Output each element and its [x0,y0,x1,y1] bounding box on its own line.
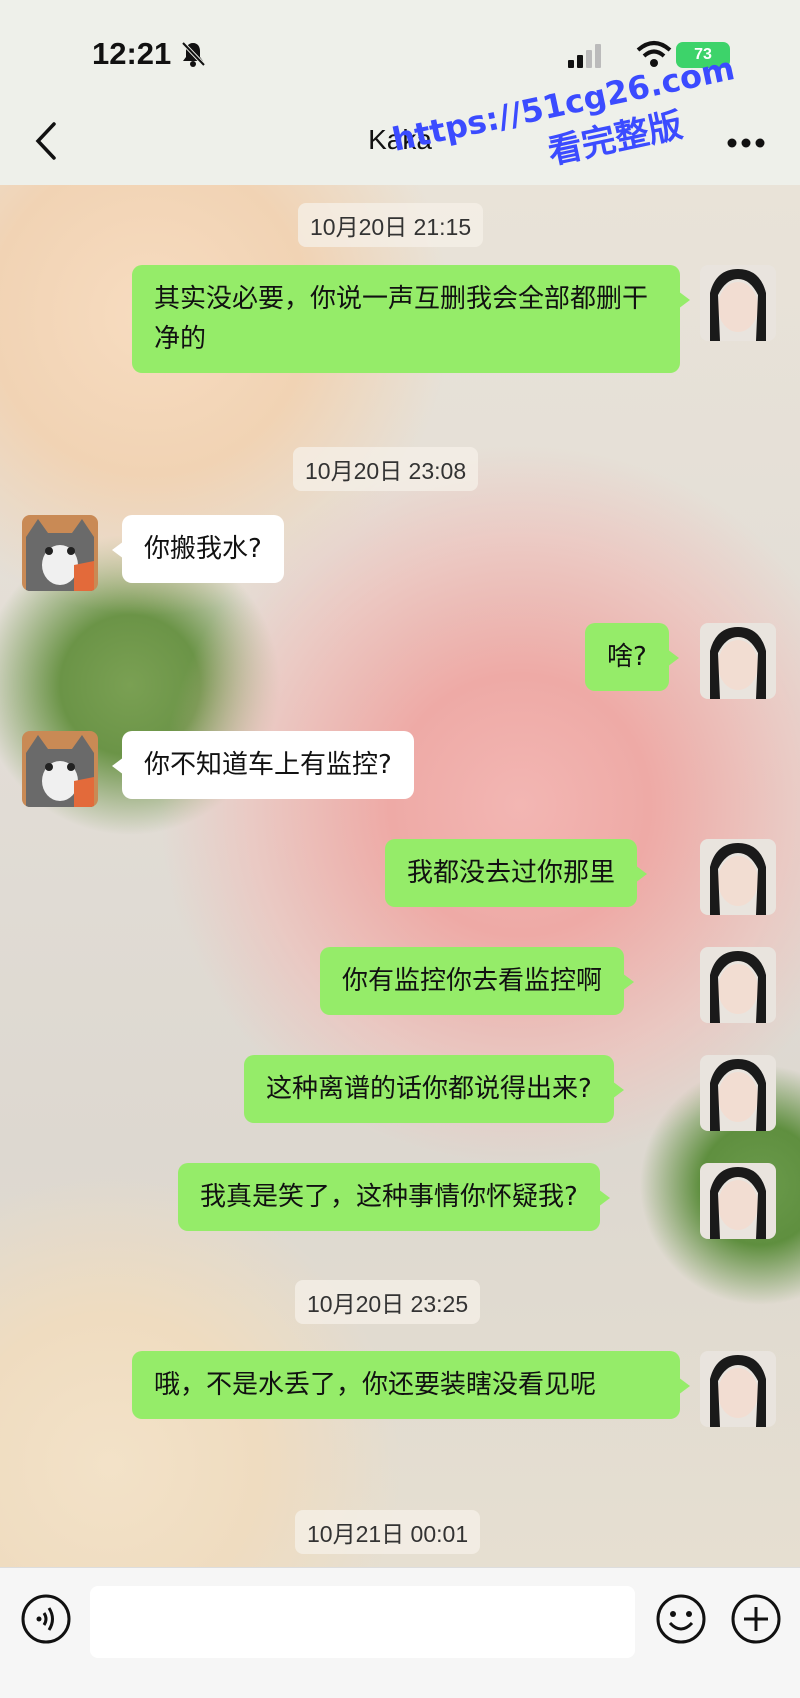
message-bubble[interactable]: 你有监控你去看监控啊 [320,947,635,1015]
timestamp: 10月20日 23:08 [293,447,479,491]
avatar[interactable] [22,731,98,807]
message-bubble[interactable]: 这种离谱的话你都说得出来? [244,1055,624,1123]
timestamp: 10月20日 21:15 [298,203,484,247]
message-bubble[interactable]: 哦，不是水丢了，你还要装瞎没看见呢 [132,1351,690,1419]
avatar[interactable] [700,1351,776,1427]
avatar[interactable] [700,947,776,1023]
message-bubble[interactable]: 啥? [585,623,679,691]
plus-icon[interactable] [730,1593,782,1645]
avatar[interactable] [700,623,776,699]
timestamp: 10月21日 00:01 [295,1510,481,1554]
avatar[interactable] [22,515,98,591]
input-bar [0,1567,800,1698]
message-bubble[interactable]: 你不知道车上有监控? [112,731,414,799]
top-bar: 12:21 73 Kaka https://51cg26.com 看完整版 [0,0,800,185]
voice-icon[interactable] [20,1593,72,1645]
status-time: 12:21 [92,36,172,71]
mute-bell-icon [181,41,206,67]
avatar[interactable] [700,265,776,341]
message-bubble[interactable]: 我真是笑了，这种事情你怀疑我? [178,1163,610,1231]
more-dots-icon[interactable] [726,137,766,149]
avatar[interactable] [700,839,776,915]
watermark: https://51cg26.com 看完整版 [374,0,796,198]
chat-area[interactable]: 10月20日 21:15 其实没必要，你说一声互删我会全部都删干净的 10月20… [0,185,800,1567]
avatar[interactable] [700,1163,776,1239]
avatar[interactable] [700,1055,776,1131]
message-bubble[interactable]: 我都没去过你那里 [385,839,648,907]
message-bubble[interactable]: 你搬我水? [112,515,284,583]
emoji-icon[interactable] [655,1593,707,1645]
message-bubble[interactable]: 其实没必要，你说一声互删我会全部都删干净的 [132,265,690,373]
timestamp: 10月20日 23:25 [295,1280,481,1324]
message-input[interactable] [90,1586,635,1658]
